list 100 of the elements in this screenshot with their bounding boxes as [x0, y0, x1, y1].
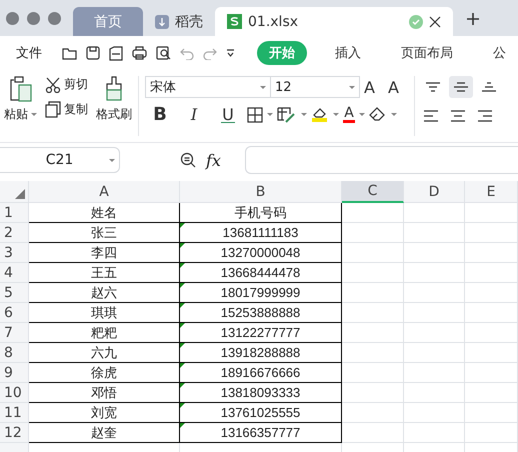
table-cell: 邓悟 [29, 383, 180, 403]
zoom-out-icon[interactable] [180, 152, 196, 168]
row-header[interactable]: 2 [0, 223, 29, 243]
paste-icon[interactable] [10, 76, 32, 102]
decrease-font-button[interactable]: A [388, 78, 408, 96]
table-cell [404, 263, 465, 283]
table-cell [465, 243, 518, 263]
file-menu[interactable]: 文件 [16, 44, 42, 62]
table-cell [342, 363, 404, 383]
table-cell [342, 223, 404, 243]
table-cell [342, 243, 404, 263]
close-icon[interactable] [429, 16, 441, 28]
save-icon[interactable] [86, 46, 100, 60]
table-cell: 姓名 [29, 203, 180, 223]
table-cell [342, 283, 404, 303]
borders-icon[interactable] [247, 106, 263, 122]
table-cell: 13668444478 [180, 263, 342, 283]
italic-button[interactable]: I [179, 105, 209, 124]
row-header[interactable]: 6 [0, 303, 29, 323]
table-cell [404, 323, 465, 343]
table-cell [465, 223, 518, 243]
format-painter-button[interactable]: 格式刷 [96, 106, 132, 123]
window-control-button[interactable] [48, 12, 61, 24]
font-name-field[interactable]: 宋体 [145, 76, 271, 98]
align-bottom-icon [481, 82, 497, 92]
row-header[interactable]: 1 [0, 203, 29, 223]
table-cell [465, 363, 518, 383]
table-cell: 18916676666 [180, 363, 342, 383]
table-cell [342, 203, 404, 223]
print-icon[interactable] [132, 46, 147, 60]
name-box[interactable]: C21 [0, 147, 120, 173]
column-header[interactable]: D [404, 181, 465, 203]
align-top-icon [425, 82, 441, 92]
select-all-icon[interactable] [15, 189, 25, 199]
window-control-button[interactable] [27, 12, 40, 24]
cut-button[interactable]: 剪切 [45, 76, 88, 93]
add-tab-icon[interactable] [467, 13, 479, 25]
bold-button[interactable]: B [145, 104, 175, 125]
row-header[interactable]: 4 [0, 263, 29, 283]
table-cell [342, 323, 404, 343]
row-header[interactable]: 3 [0, 243, 29, 263]
table-cell: 13918288888 [180, 343, 342, 363]
align-middle-button[interactable] [449, 76, 473, 98]
document-tab[interactable]: 01.xlsx [215, 7, 453, 36]
dropdown-icon[interactable] [226, 49, 235, 57]
table-cell [342, 403, 404, 423]
row-header[interactable]: 5 [0, 283, 29, 303]
ribbon-tab[interactable]: 页面布局 [389, 41, 465, 65]
eraser-icon[interactable] [369, 107, 387, 122]
align-middle-icon [453, 82, 469, 92]
table-cell: 李四 [29, 243, 180, 263]
dropdown-icon [267, 113, 273, 116]
column-header[interactable]: C [342, 181, 404, 203]
table-cell [404, 343, 465, 363]
dropdown-icon [301, 113, 307, 116]
table-cell [404, 423, 465, 443]
row-header[interactable]: 12 [0, 423, 29, 443]
window-control-button[interactable] [6, 12, 19, 24]
table-cell [465, 203, 518, 223]
folder-icon[interactable] [62, 46, 77, 60]
paste-button[interactable]: 粘贴 [4, 106, 28, 123]
increase-font-button[interactable]: A [364, 78, 384, 96]
dropdown-icon [109, 158, 115, 162]
table-cell: 赵六 [29, 283, 180, 303]
font-size-field[interactable]: 12 [270, 76, 360, 98]
row-header[interactable]: 11 [0, 403, 29, 423]
cell-style-icon[interactable] [277, 106, 297, 122]
table-cell [465, 323, 518, 343]
document-tab[interactable]: 稻壳 [143, 7, 215, 36]
scissors-icon [45, 76, 61, 92]
preview-icon[interactable] [156, 46, 171, 60]
fill-color-icon[interactable] [311, 106, 329, 123]
ribbon-tab[interactable]: 插入 [323, 41, 373, 65]
row-header[interactable]: 8 [0, 343, 29, 363]
table-cell: 徐虎 [29, 363, 180, 383]
table-cell: 13166357777 [180, 423, 342, 443]
table-cell: 13122277777 [180, 323, 342, 343]
column-header[interactable]: B [180, 181, 342, 203]
ribbon-tab[interactable]: 公 [481, 41, 518, 65]
spreadsheet-icon [227, 14, 242, 29]
row-header[interactable]: 10 [0, 383, 29, 403]
table-cell [465, 423, 518, 443]
format-painter-icon[interactable] [104, 76, 124, 102]
table-cell: 六九 [29, 343, 180, 363]
copy-button[interactable]: 复制 [45, 101, 88, 118]
row-header[interactable]: 7 [0, 323, 29, 343]
dropdown-icon [359, 113, 365, 116]
formula-input-field[interactable] [244, 146, 518, 174]
table-cell [404, 283, 465, 303]
table-cell: 13681111183 [180, 223, 342, 243]
column-header[interactable]: A [29, 181, 180, 203]
function-button[interactable]: fx [206, 150, 221, 170]
table-cell [465, 383, 518, 403]
table-cell: 13761025555 [180, 403, 342, 423]
table-cell: 粑粑 [29, 323, 180, 343]
row-header[interactable]: 9 [0, 363, 29, 383]
table-cell: 18017999999 [180, 283, 342, 303]
underline-button[interactable]: U [221, 106, 235, 122]
column-header[interactable]: E [465, 181, 518, 203]
font-color-button[interactable]: A [343, 106, 355, 123]
